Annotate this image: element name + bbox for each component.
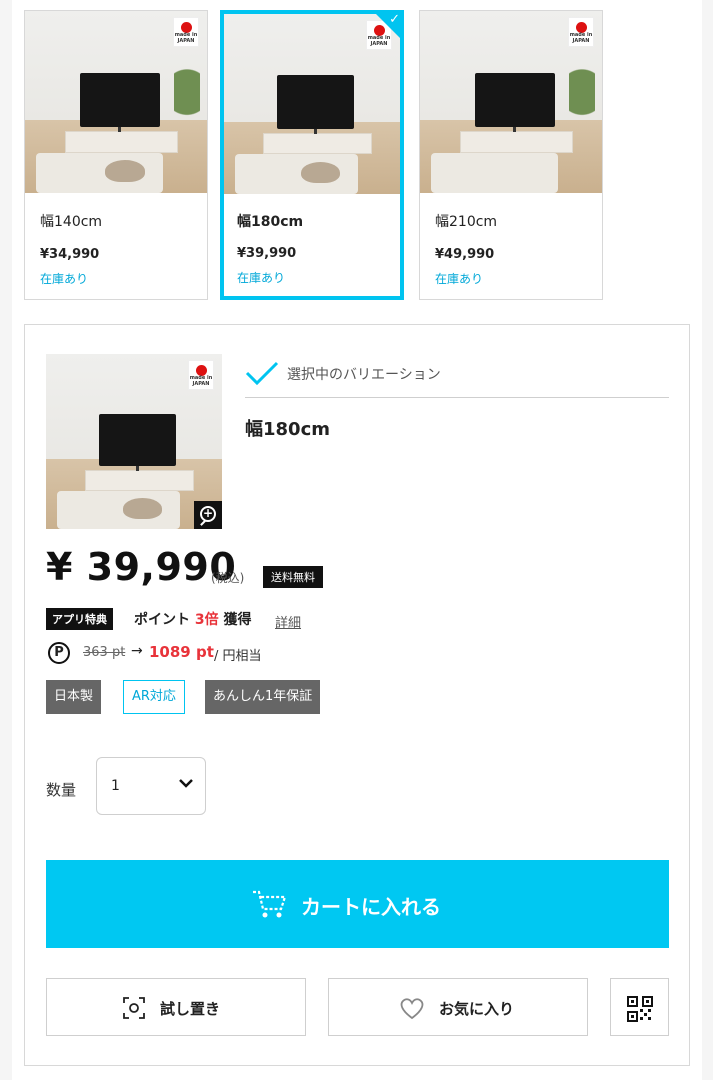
variation-card-140[interactable]: made in JAPAN 幅140cm ¥34,990 在庫あり [24,10,208,300]
tag-warranty: あんしん1年保証 [205,680,321,714]
old-points: 363 pt [83,645,126,660]
app-benefit-badge: アプリ特典 [46,608,113,630]
variation-stock: 在庫あり [40,272,89,286]
point-detail-link[interactable]: 詳細 [275,612,301,631]
arrow-icon: → [131,643,143,659]
variation-size: 幅140cm [40,214,103,230]
check-icon [245,361,279,386]
selected-size: 幅180cm [245,419,330,440]
product-main-image[interactable]: made in JAPAN + [46,354,222,529]
made-in-japan-flag-icon: made in JAPAN [568,17,594,47]
quantity-value: 1 [111,778,120,794]
cart-icon [253,890,287,918]
variation-card-210[interactable]: made in JAPAN 幅210cm ¥49,990 在庫あり [419,10,603,300]
heart-icon [400,998,424,1020]
selected-variation-header: 選択中のバリエーション [245,358,669,398]
try-placement-button[interactable]: 試し置き [46,978,306,1036]
variation-size: 幅180cm [237,214,304,230]
page: made in JAPAN 幅140cm ¥34,990 在庫あり made i… [12,0,702,1080]
qr-code-icon [627,996,653,1022]
tag-ar-support[interactable]: AR対応 [123,680,185,714]
zoom-in-icon[interactable]: + [194,501,222,529]
made-in-japan-flag-icon: made in JAPAN [188,360,214,390]
point-multiplier-text: ポイント 3倍 獲得 [134,612,252,628]
made-in-japan-flag-icon: made in JAPAN [173,17,199,47]
tax-note: (税込) [211,571,245,585]
qr-code-button[interactable] [610,978,669,1036]
selected-variation-label: 選択中のバリエーション [287,367,441,383]
selected-corner-check-icon: ✓ [372,10,404,42]
variation-price: ¥39,990 [237,246,297,261]
variation-thumbnail: made in JAPAN [420,11,602,193]
new-points: 1089 pt [149,643,214,661]
tag-made-in-japan: 日本製 [46,680,102,714]
variation-stock: 在庫あり [237,271,286,285]
selected-variation-panel: made in JAPAN + 選択中のバリエーション 幅180cm ¥ 39,… [24,324,690,1066]
try-placement-label: 試し置き [160,1000,221,1018]
add-to-cart-label: カートに入れる [301,895,441,919]
point-icon: P [48,642,70,664]
chevron-down-icon [179,779,193,788]
variation-card-180[interactable]: made in JAPAN ✓ 幅180cm ¥39,990 在庫あり [220,10,404,300]
favorite-label: お気に入り [439,1000,515,1018]
variation-size: 幅210cm [435,214,498,230]
quantity-select[interactable]: 1 [96,757,206,815]
points-suffix: / 円相当 [214,649,262,664]
variation-thumbnail: made in JAPAN [25,11,207,193]
free-shipping-badge: 送料無料 [263,566,323,588]
ar-placement-icon [123,997,145,1019]
favorite-button[interactable]: お気に入り [328,978,588,1036]
variation-price: ¥34,990 [40,247,100,262]
variation-price: ¥49,990 [435,247,495,262]
add-to-cart-button[interactable]: カートに入れる [46,860,669,948]
product-price: ¥ 39,990 [46,545,237,589]
variation-stock: 在庫あり [435,272,484,286]
quantity-label: 数量 [46,781,77,799]
